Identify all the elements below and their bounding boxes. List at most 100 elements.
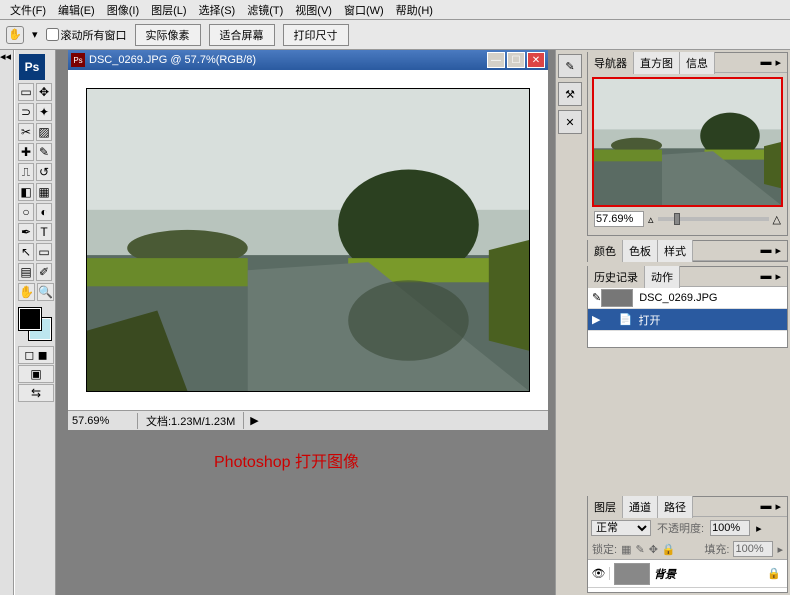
menu-file[interactable]: 文件(F): [4, 0, 52, 20]
zoom-field[interactable]: 57.69%: [68, 413, 138, 429]
tab-paths[interactable]: 路径: [658, 496, 693, 518]
gradient-tool[interactable]: ▦: [36, 183, 52, 201]
pen-tool[interactable]: ✒: [18, 223, 34, 241]
brush-preset-icon[interactable]: ✎: [558, 54, 582, 78]
bridge-button[interactable]: ⇆: [18, 384, 54, 402]
info-menu-icon[interactable]: ▶: [243, 412, 264, 429]
minimize-button[interactable]: —: [487, 52, 505, 68]
menu-select[interactable]: 选择(S): [193, 0, 242, 20]
menu-edit[interactable]: 编辑(E): [52, 0, 101, 20]
blur-tool[interactable]: ○: [18, 203, 34, 221]
quickmask-toggle[interactable]: ◻ ◼: [18, 346, 54, 364]
collapse-icon[interactable]: ▬: [760, 500, 771, 513]
canvas[interactable]: [86, 88, 530, 392]
lock-all-icon[interactable]: 🔒: [662, 543, 676, 556]
dropdown-icon[interactable]: ▾: [32, 28, 38, 41]
type-tool[interactable]: T: [36, 223, 52, 241]
collapse-icon[interactable]: ▬: [760, 56, 771, 69]
panel-menu-icon[interactable]: ▸: [775, 270, 781, 283]
opacity-label: 不透明度:: [657, 520, 704, 536]
fill-arrow-icon[interactable]: ▸: [777, 543, 783, 556]
options-icon[interactable]: ✕: [558, 110, 582, 134]
fill-field[interactable]: 100%: [733, 541, 773, 557]
tab-styles[interactable]: 样式: [658, 240, 693, 262]
panel-menu-icon[interactable]: ▸: [775, 244, 781, 257]
title-bar[interactable]: Ps DSC_0269.JPG @ 57.7%(RGB/8) — ☐ ✕: [68, 50, 548, 70]
notes-tool[interactable]: ▤: [18, 263, 34, 281]
tab-navigator[interactable]: 导航器: [588, 52, 634, 74]
history-step-row[interactable]: ▶ 📄 打开: [588, 309, 787, 331]
move-tool[interactable]: ✥: [36, 83, 52, 101]
collapse-icon[interactable]: ▬: [760, 270, 771, 283]
color-swatches[interactable]: [17, 308, 53, 340]
brush-tool[interactable]: ✎: [36, 143, 52, 161]
marquee-tool[interactable]: ▭: [18, 83, 34, 101]
zoom-out-icon[interactable]: ▵: [648, 213, 654, 226]
menu-image[interactable]: 图像(I): [101, 0, 145, 20]
lasso-tool[interactable]: ⊃: [18, 103, 34, 121]
stamp-tool[interactable]: ⎍: [18, 163, 34, 181]
maximize-button[interactable]: ☐: [507, 52, 525, 68]
tab-info[interactable]: 信息: [680, 52, 715, 74]
history-snapshot-row[interactable]: ✎ DSC_0269.JPG: [588, 287, 787, 309]
layer-name[interactable]: 背景: [654, 566, 767, 582]
lock-trans-icon[interactable]: ▦: [621, 543, 631, 556]
zoom-tool[interactable]: 🔍: [37, 283, 54, 301]
dodge-tool[interactable]: ◐: [36, 203, 52, 221]
menu-layer[interactable]: 图层(L): [145, 0, 192, 20]
hand-tool-icon[interactable]: ✋: [6, 26, 24, 44]
eraser-tool[interactable]: ◧: [18, 183, 34, 201]
close-button[interactable]: ✕: [527, 52, 545, 68]
crop-tool[interactable]: ✂: [18, 123, 34, 141]
menu-view[interactable]: 视图(V): [289, 0, 338, 20]
tab-color[interactable]: 颜色: [588, 240, 623, 262]
zoom-in-icon[interactable]: △: [773, 213, 781, 226]
history-brush-tool[interactable]: ↺: [36, 163, 52, 181]
tab-histogram[interactable]: 直方图: [634, 52, 680, 74]
lock-icon: 🔒: [767, 567, 781, 580]
menu-filter[interactable]: 滤镜(T): [241, 0, 289, 20]
tab-history[interactable]: 历史记录: [588, 266, 645, 288]
navigator-thumbnail[interactable]: [592, 77, 783, 207]
tab-layers[interactable]: 图层: [588, 496, 623, 518]
panel-menu-icon[interactable]: ▸: [775, 500, 781, 513]
blend-mode-select[interactable]: 正常: [591, 520, 651, 536]
panel-menu-icon[interactable]: ▸: [775, 56, 781, 69]
tool-preset-icon[interactable]: ⚒: [558, 82, 582, 106]
panels-column: 导航器 直方图 信息 ▬ ▸ ▵ △: [585, 50, 790, 595]
wand-tool[interactable]: ✦: [36, 103, 52, 121]
hand-tool[interactable]: ✋: [18, 283, 35, 301]
fill-label: 填充:: [704, 541, 729, 557]
shape-tool[interactable]: ▭: [36, 243, 52, 261]
slice-tool[interactable]: ▨: [36, 123, 52, 141]
nav-zoom-input[interactable]: [594, 211, 644, 227]
menu-window[interactable]: 窗口(W): [338, 0, 390, 20]
layer-row[interactable]: 👁 背景 🔒: [588, 560, 787, 588]
layer-thumbnail[interactable]: [614, 563, 650, 585]
nav-zoom-slider[interactable]: [658, 217, 769, 221]
actual-pixels-button[interactable]: 实际像素: [135, 24, 201, 46]
tab-swatches[interactable]: 色板: [623, 240, 658, 262]
scroll-all-checkbox[interactable]: 滚动所有窗口: [46, 27, 127, 43]
path-tool[interactable]: ↖: [18, 243, 34, 261]
foreground-swatch[interactable]: [19, 308, 41, 330]
eyedropper-tool[interactable]: ✐: [36, 263, 52, 281]
opacity-field[interactable]: 100%: [710, 520, 750, 536]
lock-move-icon[interactable]: ✥: [649, 543, 658, 556]
tab-channels[interactable]: 通道: [623, 496, 658, 518]
history-panel: 历史记录 动作 ▬ ▸ ✎ DSC_0269.JPG ▶ 📄 打开: [587, 266, 788, 348]
lock-paint-icon[interactable]: ✎: [635, 543, 644, 556]
visibility-icon[interactable]: 👁: [588, 567, 610, 580]
color-panel: 颜色 色板 样式 ▬ ▸: [587, 240, 788, 262]
toolbox: Ps ▭✥ ⊃✦ ✂▨ ✚✎ ⎍↺ ◧▦ ○◐ ✒T ↖▭ ▤✐ ✋🔍 ◻ ◼ …: [14, 50, 56, 595]
opacity-arrow-icon[interactable]: ▸: [756, 522, 762, 535]
work-area: Ps DSC_0269.JPG @ 57.7%(RGB/8) — ☐ ✕: [56, 50, 555, 595]
screenmode-toggle[interactable]: ▣: [18, 365, 54, 383]
menu-help[interactable]: 帮助(H): [390, 0, 439, 20]
collapse-icon[interactable]: ▬: [760, 244, 771, 257]
tab-actions[interactable]: 动作: [645, 266, 680, 288]
heal-tool[interactable]: ✚: [18, 143, 34, 161]
document-window: Ps DSC_0269.JPG @ 57.7%(RGB/8) — ☐ ✕: [68, 50, 548, 430]
print-size-button[interactable]: 打印尺寸: [283, 24, 349, 46]
fit-screen-button[interactable]: 适合屏幕: [209, 24, 275, 46]
